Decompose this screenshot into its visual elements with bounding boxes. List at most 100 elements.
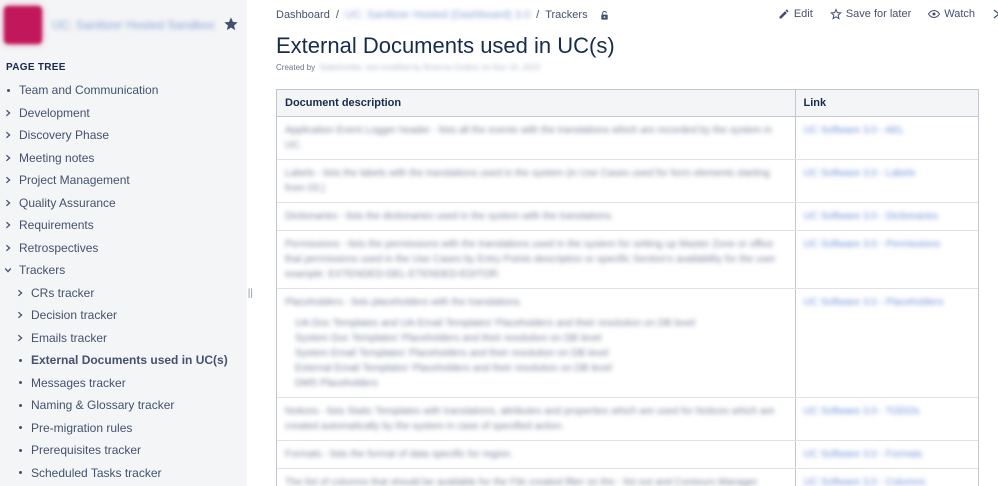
table-row: Placeholders - lists placeholders with t… — [277, 288, 978, 398]
sidebar-item[interactable]: Messages tracker — [0, 372, 247, 395]
list-item: System Email Templates' Placeholders and… — [295, 347, 609, 359]
sidebar-item[interactable]: Quality Assurance — [0, 192, 247, 215]
sidebar-item[interactable]: Trackers — [0, 259, 247, 282]
chevron-right-icon[interactable] — [3, 176, 13, 184]
document-link[interactable]: UC Software 3.0 - Placeholders — [804, 295, 971, 310]
document-link[interactable]: UC Software 3.0 - Columns — [804, 475, 971, 486]
breadcrumb-separator: / — [335, 9, 339, 21]
document-description: Permissions - lists the permissions with… — [285, 238, 776, 280]
table-header-row: Document description Link — [277, 90, 978, 117]
chevron-right-icon[interactable] — [3, 244, 13, 252]
sidebar-item[interactable]: Project Management — [0, 169, 247, 192]
save-for-later-button[interactable]: Save for later — [829, 8, 911, 20]
document-link[interactable]: UC Software 3.0 - TODOs — [804, 404, 971, 419]
confluence-page: UC: Sanitizer Hosted Sandbox PAGE TREE T… — [0, 0, 998, 486]
main-content: Dashboard / UC: Sanitizer Hosted (Dashbo… — [247, 0, 998, 486]
table-row: Dictionaries - lists the dictionaries us… — [277, 202, 978, 231]
sidebar-item[interactable]: Decision tracker — [0, 304, 247, 327]
sidebar-item-label: Team and Communication — [19, 83, 159, 98]
pencil-icon — [779, 9, 789, 19]
sidebar-item-label: External Documents used in UC(s) — [31, 353, 228, 368]
space-logo[interactable] — [4, 6, 42, 44]
chevron-right-icon[interactable] — [3, 199, 13, 207]
sidebar-item-label: Emails tracker — [31, 330, 108, 345]
created-by-label: Created by — [276, 63, 316, 72]
document-description-cell: Application Event Logger header - lists … — [277, 116, 796, 160]
breadcrumb-trackers[interactable]: Trackers — [545, 9, 587, 21]
sidebar-item-label: Quality Assurance — [19, 195, 116, 210]
breadcrumb-space[interactable]: UC: Sanitizer Hosted (Dashboard) 3.0 — [345, 9, 530, 21]
document-description-cell: Permissions - lists the permissions with… — [277, 230, 796, 289]
unlock-icon[interactable] — [599, 10, 610, 21]
placeholder-list: UA-Doc Templates and UA-Email Templates'… — [285, 316, 787, 391]
sidebar-item[interactable]: Requirements — [0, 214, 247, 237]
sidebar-item-label: CRs tracker — [31, 285, 95, 300]
sidebar: UC: Sanitizer Hosted Sandbox PAGE TREE T… — [0, 0, 253, 486]
document-link[interactable]: UC Software 3.0 - Permissions — [804, 237, 971, 252]
edit-button[interactable]: Edit — [778, 8, 813, 20]
space-name[interactable]: UC: Sanitizer Hosted Sandbox — [52, 18, 215, 32]
sidebar-item-label: Decision tracker — [31, 308, 118, 323]
table-row: Notices - lists Static Templates with tr… — [277, 397, 978, 441]
share-icon[interactable] — [992, 8, 998, 20]
sidebar-item-label: Requirements — [19, 218, 94, 233]
sidebar-item-label: Project Management — [19, 173, 130, 188]
document-link-cell: UC Software 3.0 - Permissions — [795, 230, 978, 289]
watch-button[interactable]: Watch — [928, 8, 975, 20]
document-description: Dictionaries - lists the dictionaries us… — [285, 210, 614, 222]
sidebar-item[interactable]: Team and Communication — [0, 79, 247, 102]
sidebar-item[interactable]: Retrospectives — [0, 237, 247, 260]
table-row: Labels - lists the labels with the trans… — [277, 159, 978, 203]
breadcrumb: Dashboard / UC: Sanitizer Hosted (Dashbo… — [276, 9, 610, 21]
chevron-right-icon[interactable] — [3, 154, 13, 162]
sidebar-item[interactable]: Pre-migration rules — [0, 417, 247, 440]
chevron-down-icon[interactable] — [3, 266, 13, 274]
bullet-icon — [15, 426, 25, 430]
bullet-icon — [3, 88, 13, 92]
sidebar-item[interactable]: Emails tracker — [0, 327, 247, 350]
created-by-value[interactable]: Stakeholder, last modified by Brianna Go… — [319, 63, 540, 75]
list-item: DMS Placeholders — [295, 377, 378, 389]
chevron-right-icon[interactable] — [3, 221, 13, 229]
table-row: Application Event Logger header - lists … — [277, 116, 978, 160]
sidebar-item[interactable]: Naming & Glossary tracker — [0, 394, 247, 417]
chevron-right-icon[interactable] — [15, 289, 25, 297]
document-link[interactable]: UC Software 3.0 - AEL — [804, 123, 971, 138]
list-item: UA-Doc Templates and UA-Email Templates'… — [295, 317, 696, 329]
document-description-cell: Placeholders - lists placeholders with t… — [277, 288, 796, 398]
chevron-right-icon[interactable] — [15, 311, 25, 319]
star-outline-icon — [829, 8, 842, 20]
document-description: Notices - lists Static Templates with tr… — [285, 405, 775, 432]
space-header: UC: Sanitizer Hosted Sandbox — [0, 0, 247, 50]
document-link-cell: UC Software 3.0 - Columns — [795, 468, 978, 486]
chevron-right-icon[interactable] — [3, 109, 13, 117]
sidebar-item[interactable]: Discovery Phase — [0, 124, 247, 147]
chevron-right-icon[interactable] — [15, 334, 25, 342]
edit-label: Edit — [793, 8, 813, 20]
document-link-cell: UC Software 3.0 - TODOs — [795, 397, 978, 441]
star-icon[interactable] — [223, 16, 239, 32]
document-description: Placeholders - lists placeholders with t… — [285, 296, 523, 308]
sidebar-item[interactable]: Prerequisites tracker — [0, 439, 247, 462]
sidebar-item[interactable]: Development — [0, 102, 247, 125]
page-actions: Edit Save for later Watch — [778, 8, 998, 20]
table-row: The list of columns that should be avail… — [277, 468, 978, 486]
document-link[interactable]: UC Software 3.0 - Formats — [804, 447, 971, 462]
documents-table: Document description Link Application Ev… — [276, 89, 979, 486]
sidebar-item[interactable]: Meeting notes — [0, 147, 247, 170]
bullet-icon — [15, 471, 25, 475]
document-description-cell: Notices - lists Static Templates with tr… — [277, 397, 796, 441]
sidebar-item[interactable]: Scheduled Tasks tracker — [0, 462, 247, 485]
document-link[interactable]: UC Software 3.0 - Dictionaries — [804, 209, 971, 224]
breadcrumb-dashboard[interactable]: Dashboard — [276, 9, 330, 21]
sidebar-item-label: Pre-migration rules — [31, 420, 133, 435]
page-tree-label: PAGE TREE — [6, 62, 66, 73]
document-link[interactable]: UC Software 3.0 - Labels — [804, 166, 971, 181]
document-link-cell: UC Software 3.0 - Formats — [795, 440, 978, 469]
chevron-right-icon[interactable] — [3, 131, 13, 139]
sidebar-item[interactable]: CRs tracker — [0, 282, 247, 305]
sidebar-item[interactable]: External Documents used in UC(s) — [0, 349, 247, 372]
sidebar-item-label: Trackers — [19, 263, 66, 278]
sidebar-item-label: Discovery Phase — [19, 128, 110, 143]
column-header-description: Document description — [277, 90, 796, 117]
